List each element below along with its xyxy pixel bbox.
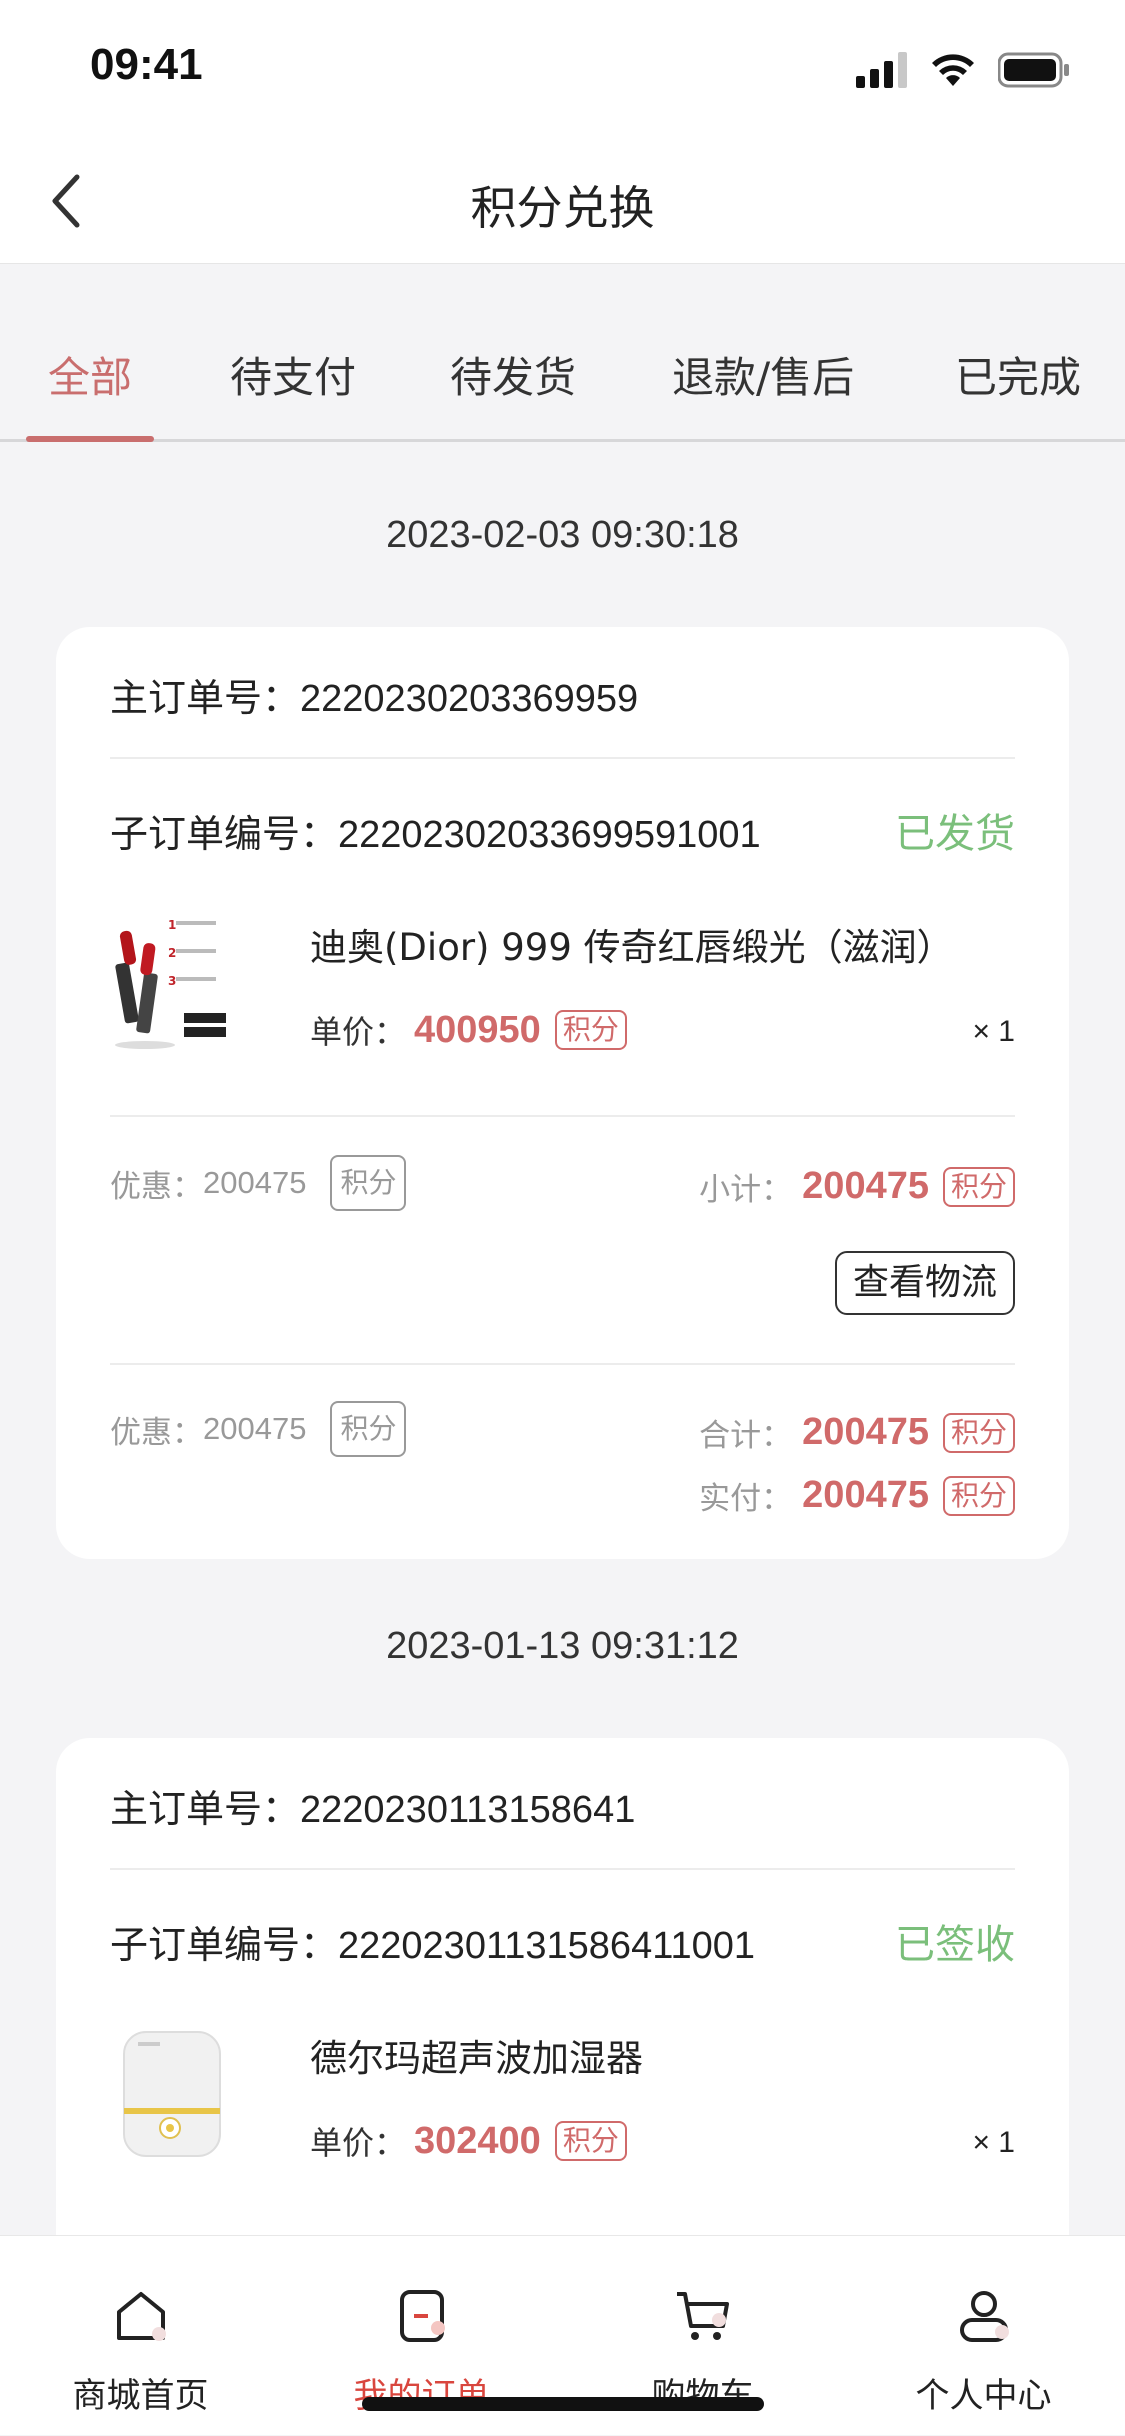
tab-pending-payment[interactable]: 待支付 (230, 344, 356, 405)
main-order-value: 2220230113158641 (300, 1789, 636, 1831)
quantity: × 1 (972, 2126, 1015, 2159)
svg-text:2: 2 (168, 946, 176, 960)
order-date: 2023-01-13 09:31:12 (386, 1625, 739, 1667)
status-time: 09:41 (90, 40, 203, 89)
discount-label: 优惠： (110, 1414, 203, 1451)
sub-order-number: 子订单编号：22202302033699591001 (110, 803, 761, 858)
main-order-number: 主订单号：2220230113158641 (110, 1778, 635, 1833)
order-status-badge: 已发货 (895, 811, 1015, 857)
bottom-nav-home[interactable]: 商城首页 (0, 2236, 281, 2436)
tab-refund-aftersale[interactable]: 退款/售后 (672, 344, 854, 405)
order-status-badge: 已签收 (895, 1922, 1015, 1968)
discount-value: 200475 (203, 1411, 307, 1446)
subtotal-line: 小计： 200475 积分 (699, 1164, 1015, 1209)
sub-order-label: 子订单编号： (110, 812, 339, 856)
points-tag: 积分 (330, 1155, 407, 1211)
home-icon (116, 2292, 166, 2341)
order-tabs: 全部 待支付 待发货 退款/售后 已完成 (0, 300, 1125, 442)
points-tag: 积分 (942, 1475, 1015, 1516)
main-order-label: 主订单号： (110, 676, 301, 720)
tab-completed[interactable]: 已完成 (955, 344, 1081, 405)
points-tag: 积分 (330, 1401, 407, 1457)
divider (110, 1363, 1015, 1365)
total-value: 200475 (802, 1411, 929, 1453)
product-thumbnail-humidifier[interactable] (110, 2024, 230, 2164)
home-indicator (362, 2397, 764, 2411)
order-card[interactable]: 主订单号：2220230203369959 子订单编号：222023020336… (56, 627, 1069, 1559)
product-name[interactable]: 迪奥(Dior) 999 传奇红唇缎光（滋润） (310, 917, 954, 971)
total-label: 合计： (699, 1418, 793, 1454)
tab-active-indicator (26, 436, 154, 442)
bottom-nav-label: 商城首页 (72, 2376, 209, 2416)
tab-pending-shipment[interactable]: 待发货 (450, 344, 576, 405)
status-bar: 09:41 (0, 0, 1125, 140)
battery-icon (998, 52, 1069, 88)
points-tag: 积分 (942, 1412, 1015, 1453)
view-logistics-button[interactable]: 查看物流 (834, 1251, 1015, 1315)
bottom-nav-profile[interactable]: 个人中心 (843, 2236, 1124, 2436)
divider (110, 1115, 1015, 1117)
unit-price-line: 单价： 302400 积分 (310, 2118, 627, 2164)
user-icon (959, 2291, 1009, 2342)
main-order-number: 主订单号：2220230203369959 (110, 667, 638, 722)
bottom-nav-label: 个人中心 (915, 2376, 1052, 2416)
points-tag: 积分 (942, 1166, 1015, 1207)
svg-text:3: 3 (168, 974, 176, 988)
total-line: 合计： 200475 积分 (699, 1410, 1015, 1455)
page-title: 积分兑换 (470, 181, 655, 235)
subtotal-value: 200475 (802, 1165, 929, 1207)
paid-line: 实付： 200475 积分 (699, 1473, 1015, 1518)
quantity: × 1 (972, 1015, 1015, 1048)
sub-order-value: 22202301131586411001 (338, 1925, 756, 1967)
subtotal-label: 小计： (699, 1172, 793, 1208)
unit-price-label: 单价： (310, 2124, 407, 2162)
nav-bar: 积分兑换 (0, 140, 1125, 264)
item-discount: 优惠： 200475 积分 (110, 1155, 407, 1211)
status-icons (856, 52, 1070, 88)
product-thumbnail-lipstick[interactable]: 1 2 3 (110, 913, 230, 1053)
discount-value: 200475 (203, 1165, 307, 1200)
svg-text:1: 1 (168, 918, 176, 932)
order-discount: 优惠： 200475 积分 (110, 1401, 407, 1457)
sub-order-value: 22202302033699591001 (338, 814, 761, 856)
divider (110, 1868, 1015, 1870)
order-card[interactable]: 主订单号：2220230113158641 子订单编号：222023011315… (56, 1738, 1069, 2298)
discount-label: 优惠： (110, 1168, 203, 1205)
wifi-icon (932, 54, 974, 86)
signal-icon (856, 52, 907, 88)
order-date: 2023-02-03 09:30:18 (386, 514, 739, 556)
paid-label: 实付： (699, 1481, 793, 1517)
unit-price-line: 单价： 400950 积分 (310, 1007, 627, 1053)
main-order-value: 2220230203369959 (300, 678, 639, 720)
points-tag: 积分 (554, 1010, 627, 1050)
cart-icon (676, 2292, 729, 2340)
unit-price-value: 400950 (414, 1008, 541, 1051)
product-name[interactable]: 德尔玛超声波加湿器 (310, 2028, 643, 2082)
order-icon (399, 2290, 445, 2342)
divider (110, 757, 1015, 759)
points-tag: 积分 (554, 2121, 627, 2161)
unit-price-value: 302400 (414, 2119, 541, 2162)
sub-order-number: 子订单编号：22202301131586411001 (110, 1914, 755, 1969)
sub-order-label: 子订单编号： (110, 1923, 339, 1967)
paid-value: 200475 (802, 1474, 929, 1516)
main-order-label: 主订单号： (110, 1787, 301, 1831)
unit-price-label: 单价： (310, 1013, 407, 1051)
tab-all[interactable]: 全部 (48, 344, 132, 405)
